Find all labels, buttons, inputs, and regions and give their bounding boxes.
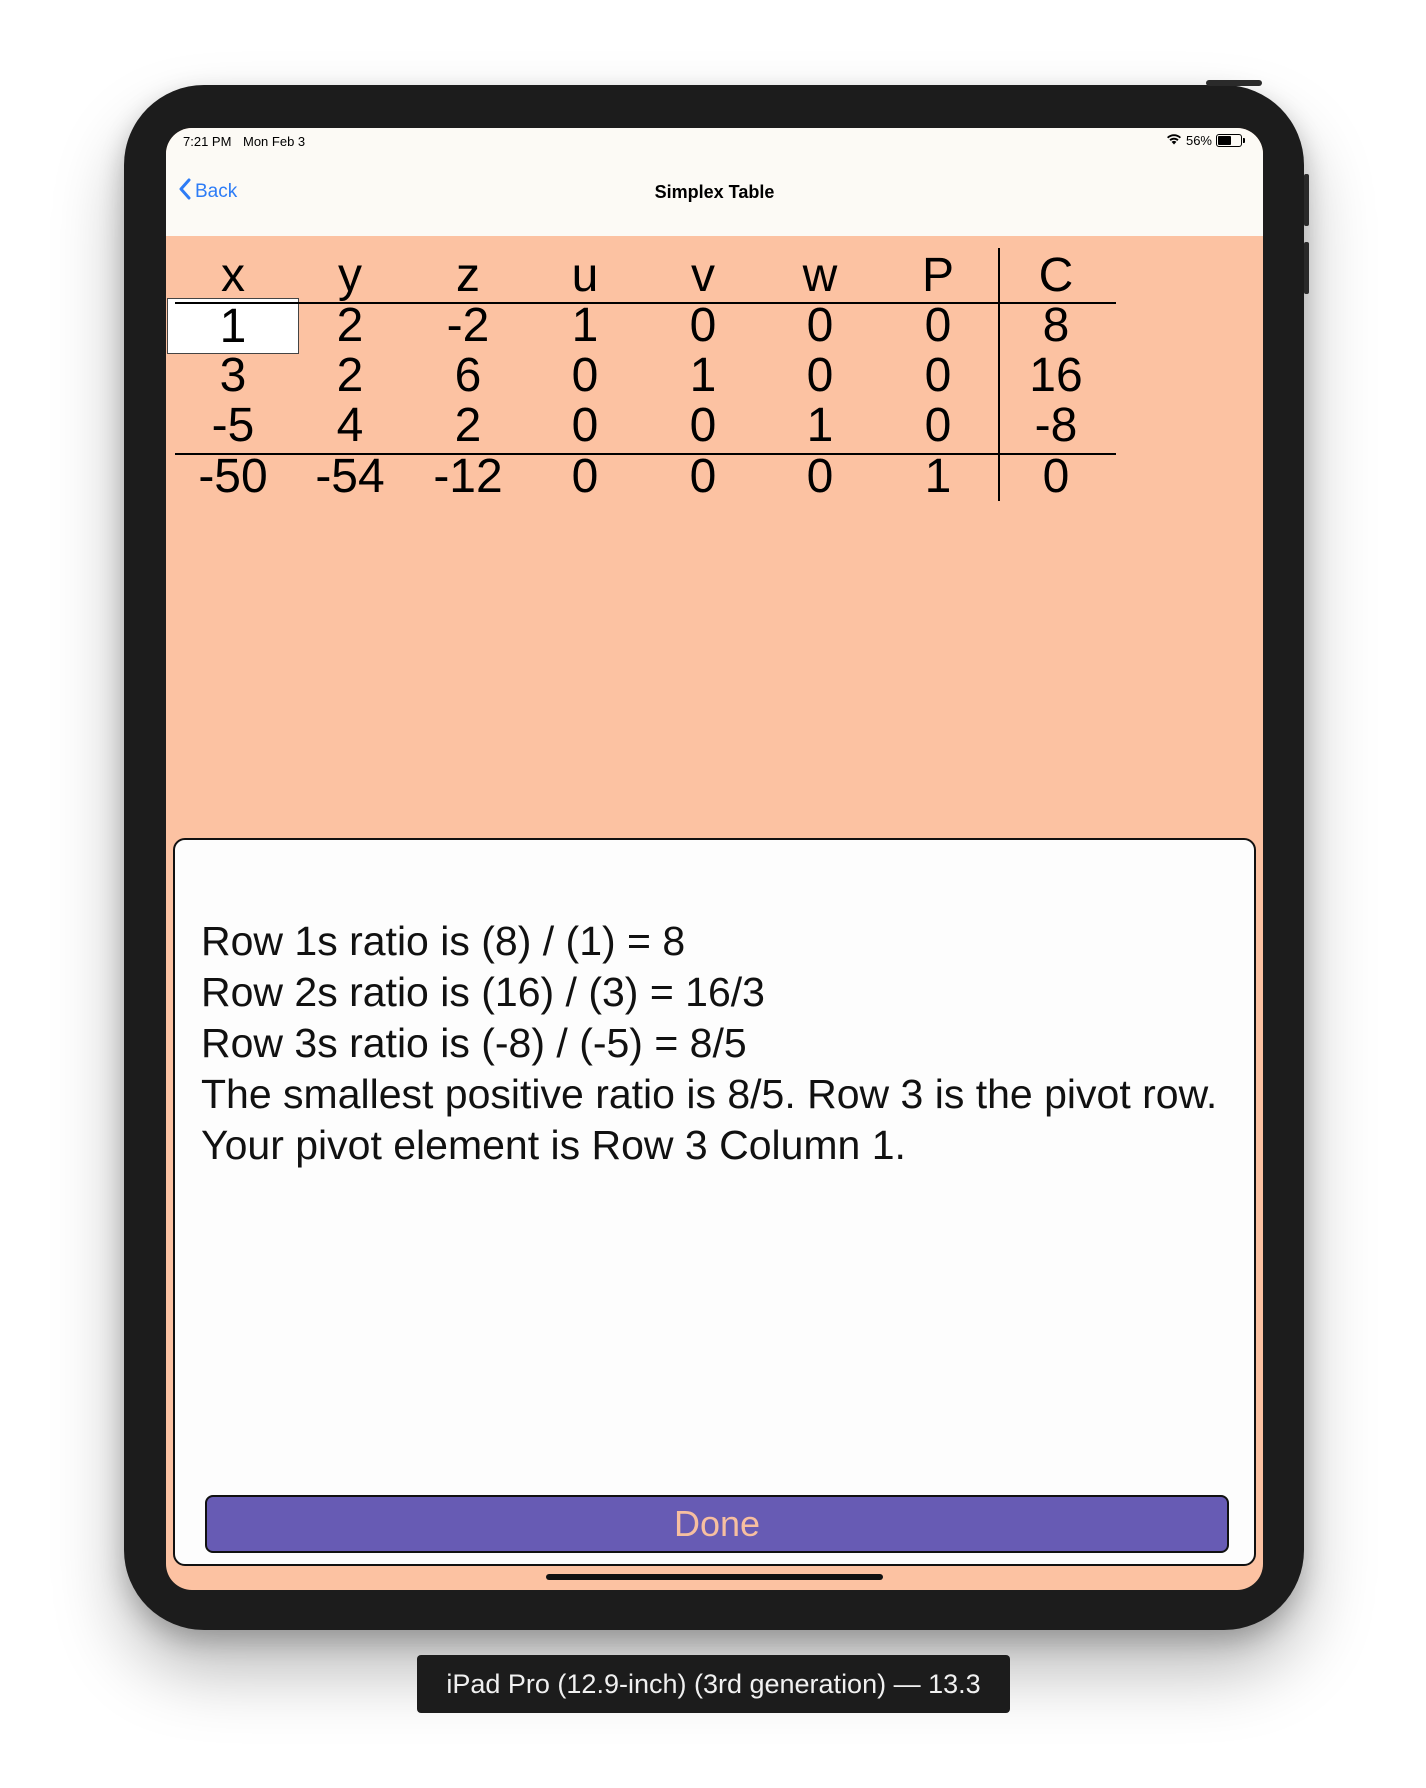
column-header-p: P <box>921 249 954 302</box>
tableau-cell[interactable]: 0 <box>872 398 1004 454</box>
screen: 7:21 PM Mon Feb 3 56% Back Simplex Table… <box>166 128 1263 1590</box>
tableau-cell[interactable]: -12 <box>402 449 534 505</box>
tableau-cell[interactable]: 0 <box>637 449 769 505</box>
tableau-cell[interactable]: 0 <box>519 398 651 454</box>
tableau-cell[interactable]: -2 <box>402 298 534 354</box>
tableau-cell[interactable]: 0 <box>754 298 886 354</box>
volume-down-button <box>1304 242 1309 294</box>
tableau-cell[interactable]: 0 <box>637 398 769 454</box>
volume-up-button <box>1304 174 1309 226</box>
tableau-cell[interactable]: 2 <box>284 298 416 354</box>
status-date: Mon Feb 3 <box>243 134 306 149</box>
done-button[interactable]: Done <box>205 1495 1229 1553</box>
explanation-line: Your pivot element is Row 3 Column 1. <box>201 1122 906 1168</box>
simulator-device-label: iPad Pro (12.9-inch) (3rd generation) — … <box>417 1655 1010 1713</box>
column-header-x: x <box>221 249 245 302</box>
tableau-cell[interactable]: 1 <box>519 298 651 354</box>
page-title: Simplex Table <box>654 182 775 202</box>
navigation-bar: Back Simplex Table <box>166 158 1263 236</box>
tableau-cell[interactable]: -50 <box>167 449 299 505</box>
tableau-cell[interactable]: 16 <box>990 348 1122 404</box>
tableau-cell[interactable]: 1 <box>872 449 1004 505</box>
simplex-tableau: x y z u v w P C 1 2 -2 1 0 0 0 8 3 2 6 0 1 0 0 16 -5 4 2 0 0 1 0 -8 -50-… <box>166 236 1263 856</box>
tableau-cell[interactable]: 0 <box>990 449 1122 505</box>
tableau-cell[interactable]: -8 <box>990 398 1122 454</box>
tableau-cell[interactable]: 0 <box>519 449 651 505</box>
tableau-cell[interactable]: 2 <box>284 348 416 404</box>
objective-divider <box>175 453 1116 455</box>
tableau-cell[interactable]: 0 <box>519 348 651 404</box>
explanation-text: Row 1s ratio is (8) / (1) = 8 Row 2s rati… <box>201 916 1217 1171</box>
power-button <box>1206 80 1262 86</box>
explanation-panel: Row 1s ratio is (8) / (1) = 8 Row 2s rati… <box>173 838 1256 1566</box>
battery-percent: 56% <box>1185 133 1212 148</box>
tableau-cell[interactable]: -5 <box>167 398 299 454</box>
column-header-z: z <box>456 249 480 302</box>
tableau-cell[interactable]: 1 <box>637 348 769 404</box>
status-bar: 7:21 PM Mon Feb 3 56% <box>166 128 1263 158</box>
battery-icon <box>1216 134 1242 147</box>
home-indicator <box>546 1574 883 1580</box>
tableau-cell[interactable]: 8 <box>990 298 1122 354</box>
tableau-cell[interactable]: 1 <box>754 398 886 454</box>
explanation-line: Row 2s ratio is (16) / (3) = 16/3 <box>201 969 765 1015</box>
tableau-cell[interactable]: 4 <box>284 398 416 454</box>
constants-divider <box>998 248 1000 501</box>
tableau-cell[interactable]: -54 <box>284 449 416 505</box>
selected-tableau-cell[interactable]: 1 <box>167 298 299 354</box>
tableau-cell[interactable]: 0 <box>754 348 886 404</box>
tableau-cell[interactable]: 0 <box>872 348 1004 404</box>
tableau-cell[interactable]: 6 <box>402 348 534 404</box>
explanation-line: The smallest positive ratio is 8/5. Row … <box>201 1071 1218 1117</box>
column-header-c: C <box>1038 249 1074 302</box>
tableau-cell[interactable]: 0 <box>637 298 769 354</box>
column-header-w: w <box>802 249 838 302</box>
header-divider <box>175 302 1116 304</box>
status-time: 7:21 PM <box>183 134 232 149</box>
explanation-line: Row 3s ratio is (-8) / (-5) = 8/5 <box>201 1020 747 1066</box>
column-header-u: u <box>571 249 599 302</box>
tableau-cell[interactable]: 2 <box>402 398 534 454</box>
wifi-icon <box>1166 133 1182 148</box>
tableau-cell[interactable]: 0 <box>754 449 886 505</box>
column-header-v: v <box>691 249 715 302</box>
column-header-y: y <box>338 249 362 302</box>
explanation-line: Row 1s ratio is (8) / (1) = 8 <box>201 918 686 964</box>
tableau-cell[interactable]: 3 <box>167 348 299 404</box>
status-right: 56% <box>1166 133 1245 148</box>
tableau-cell[interactable]: 0 <box>872 298 1004 354</box>
